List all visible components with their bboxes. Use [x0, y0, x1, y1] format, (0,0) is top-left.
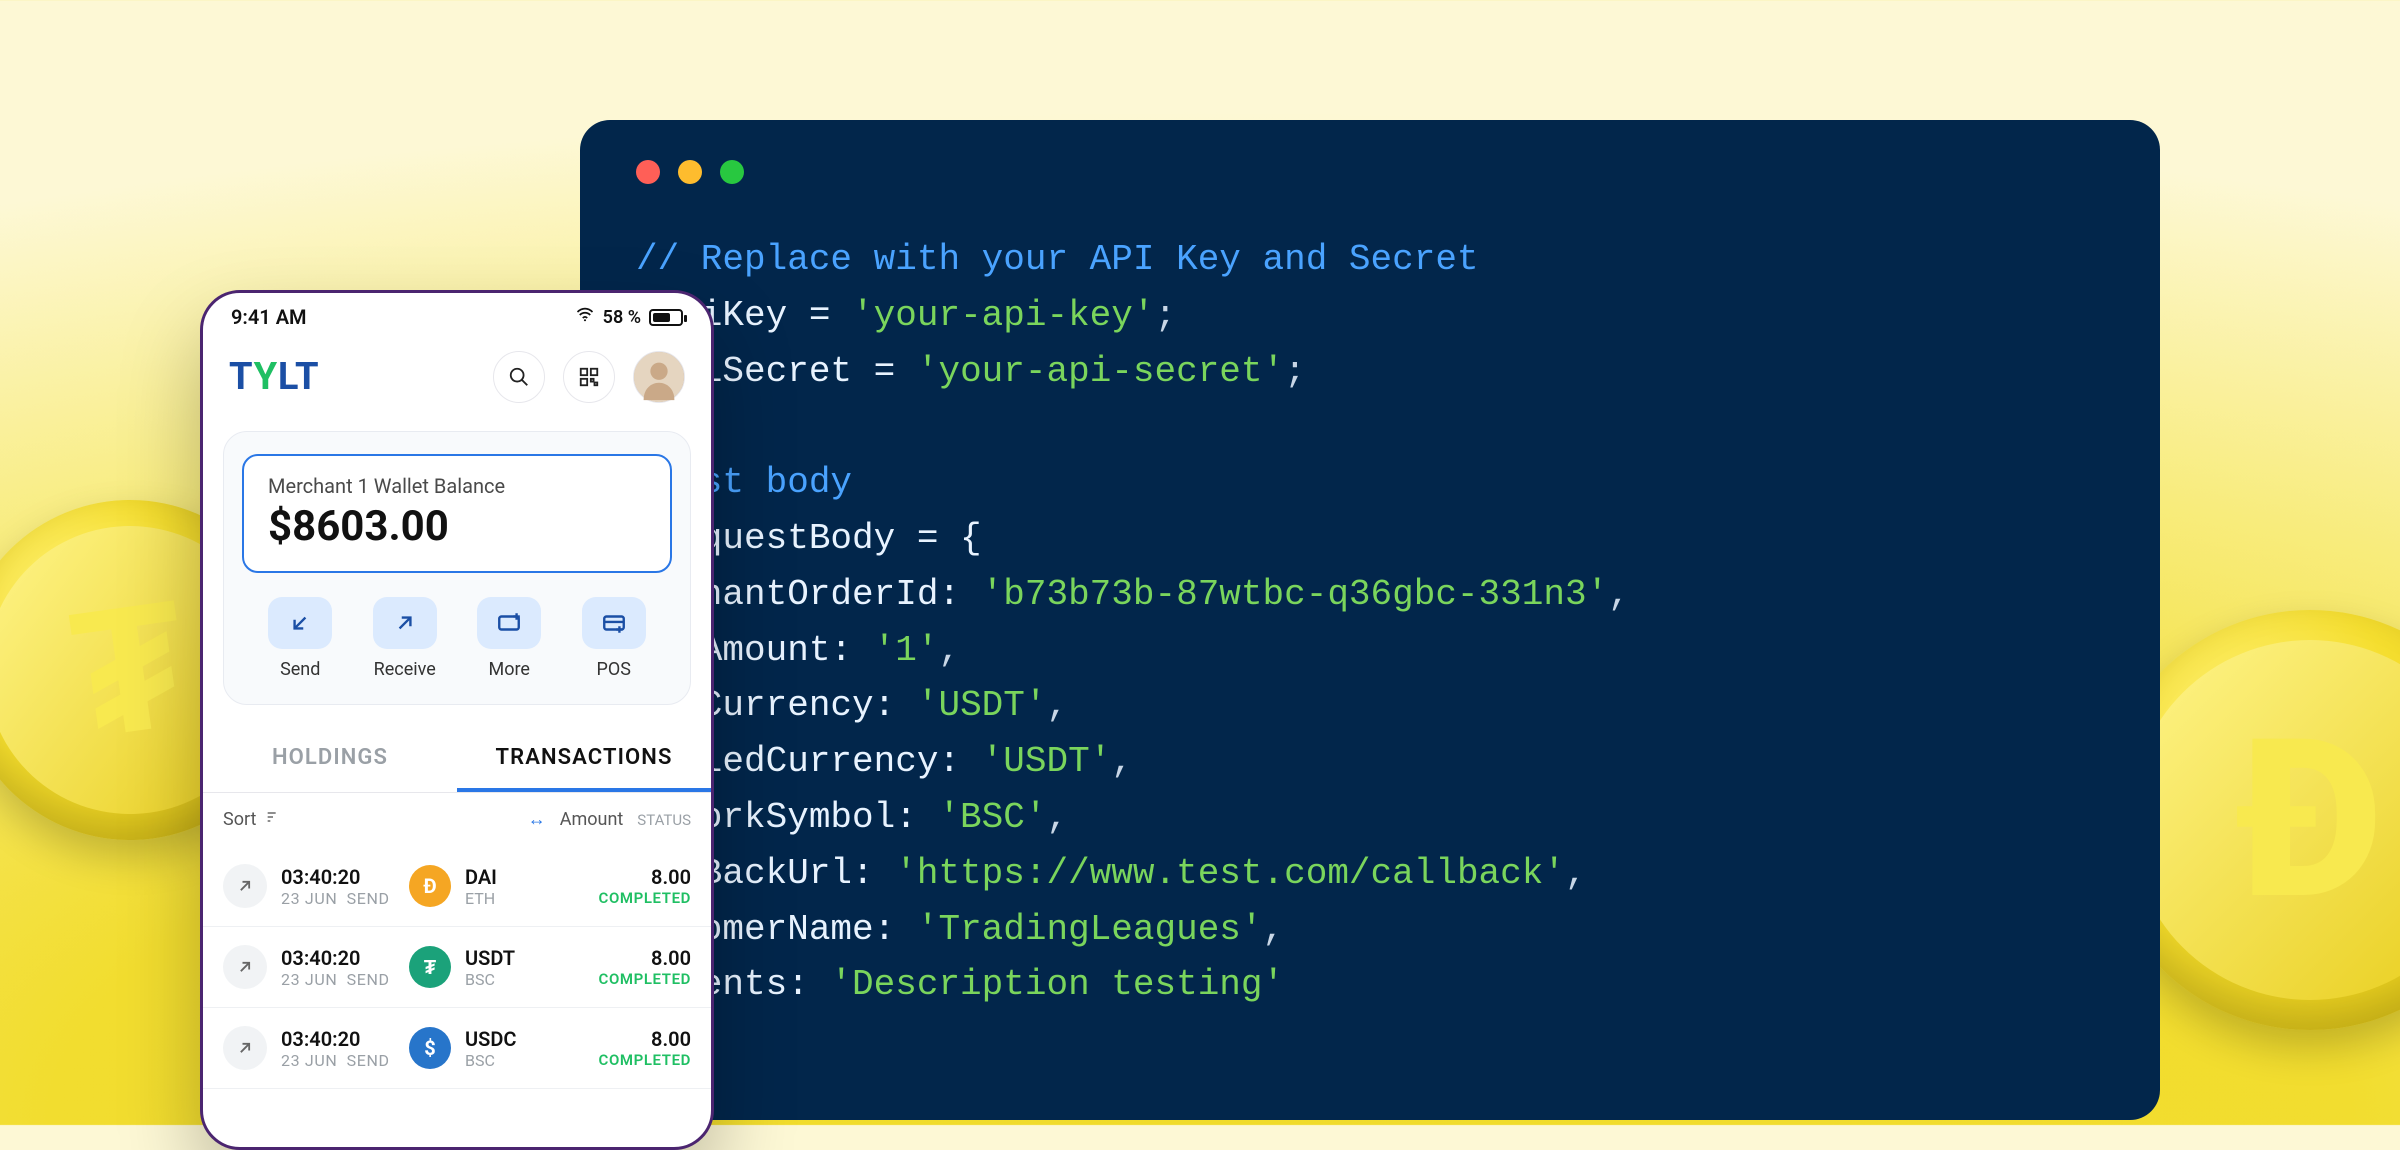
transaction-list: 03:40:2023 JUN SENDÐDAIETH8.00COMPLETED0…	[203, 846, 711, 1147]
action-pos[interactable]: POS	[562, 597, 667, 680]
tx-amount: 8.00	[599, 865, 691, 889]
tx-asset: DAI	[465, 865, 599, 889]
asset-icon: ₮	[409, 946, 451, 988]
zoom-icon[interactable]	[720, 160, 744, 184]
code-body: // Replace with your API Key and Secret …	[636, 232, 2104, 1120]
tx-status: COMPLETED	[599, 1051, 691, 1069]
tx-time: 03:40:20	[281, 1027, 409, 1051]
battery-pct: 58 %	[603, 307, 641, 328]
tab-transactions[interactable]: TRANSACTIONS	[457, 725, 711, 792]
tx-date: 23 JUN SEND	[281, 1051, 409, 1070]
direction-icon	[223, 945, 267, 989]
tx-network: BSC	[465, 970, 599, 989]
asset-icon: Ð	[409, 865, 451, 907]
tx-asset: USDC	[465, 1027, 599, 1051]
minimize-icon[interactable]	[678, 160, 702, 184]
battery-icon	[649, 309, 683, 326]
tx-status: COMPLETED	[599, 889, 691, 907]
search-button[interactable]	[493, 351, 545, 403]
qr-button[interactable]	[563, 351, 615, 403]
action-send[interactable]: Send	[248, 597, 353, 680]
transaction-row[interactable]: 03:40:2023 JUN SEND$ USDCBSC8.00COMPLETED	[203, 1008, 711, 1089]
tab-holdings[interactable]: HOLDINGS	[203, 725, 457, 792]
balance-card: Merchant 1 Wallet Balance $8603.00 Send …	[223, 431, 691, 705]
window-controls	[636, 160, 2104, 184]
action-more[interactable]: More	[457, 597, 562, 680]
tx-network: BSC	[465, 1051, 599, 1070]
tx-date: 23 JUN SEND	[281, 889, 409, 908]
close-icon[interactable]	[636, 160, 660, 184]
tx-asset: USDT	[465, 946, 599, 970]
avatar[interactable]	[633, 351, 685, 403]
tx-status: COMPLETED	[599, 970, 691, 988]
sort-icon[interactable]	[264, 809, 282, 830]
app-header: TYLT	[203, 341, 711, 423]
tx-network: ETH	[465, 889, 599, 908]
direction-icon	[223, 1026, 267, 1070]
transaction-row[interactable]: 03:40:2023 JUN SEND₮ USDTBSC8.00COMPLETED	[203, 927, 711, 1008]
direction-icon	[223, 864, 267, 908]
balance-label: Merchant 1 Wallet Balance	[268, 474, 646, 498]
tx-time: 03:40:20	[281, 946, 409, 970]
col-status[interactable]: STATUS	[637, 811, 691, 829]
tx-amount: 8.00	[599, 946, 691, 970]
action-receive[interactable]: Receive	[353, 597, 458, 680]
status-bar: 9:41 AM 58 %	[203, 293, 711, 341]
wifi-icon	[575, 306, 595, 329]
transaction-row[interactable]: 03:40:2023 JUN SENDÐ DAIETH8.00COMPLETED	[203, 846, 711, 927]
tx-amount: 8.00	[599, 1027, 691, 1051]
swap-icon[interactable]: ↔	[528, 809, 546, 830]
col-amount[interactable]: Amount	[560, 809, 624, 830]
tx-date: 23 JUN SEND	[281, 970, 409, 989]
phone-frame: 9:41 AM 58 % TYLT Merchant 1 Walle	[200, 290, 714, 1150]
code-comment: // Replace with your API Key and Secret	[636, 239, 1479, 280]
tabs: HOLDINGS TRANSACTIONS	[203, 725, 711, 793]
balance-amount: $8603.00	[268, 502, 646, 551]
sort-label[interactable]: Sort	[223, 809, 256, 830]
status-time: 9:41 AM	[231, 305, 307, 329]
sort-row: Sort ↔ Amount STATUS	[203, 793, 711, 846]
code-window: // Replace with your API Key and Secret …	[580, 120, 2160, 1120]
tx-time: 03:40:20	[281, 865, 409, 889]
balance-inner[interactable]: Merchant 1 Wallet Balance $8603.00	[242, 454, 672, 573]
asset-icon: $	[409, 1027, 451, 1069]
brand-logo: TYLT	[229, 355, 319, 399]
